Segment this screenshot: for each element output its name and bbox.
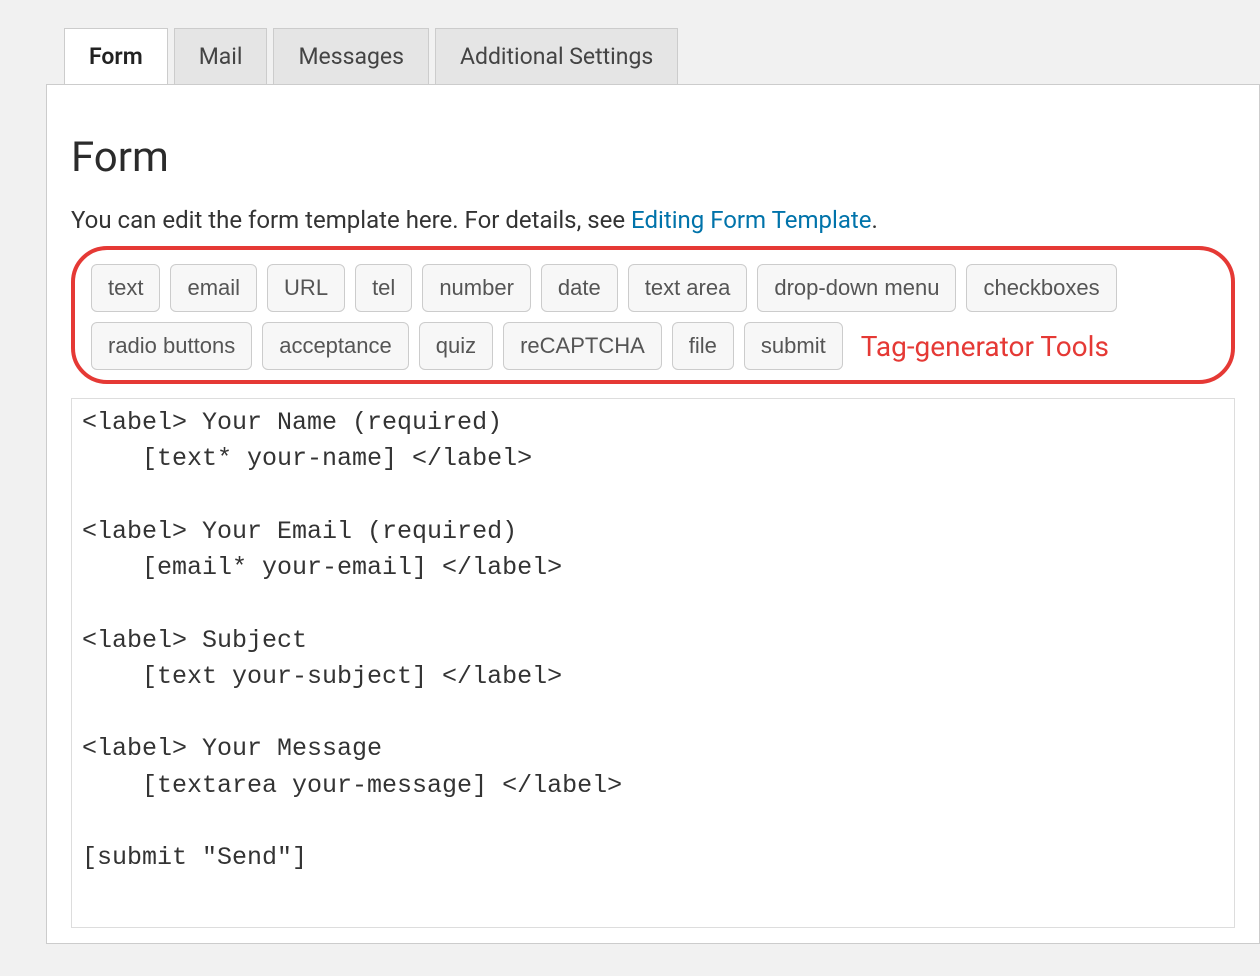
tab-messages[interactable]: Messages: [273, 28, 429, 85]
tag-btn-dropdown[interactable]: drop-down menu: [757, 264, 956, 312]
tag-btn-textarea[interactable]: text area: [628, 264, 748, 312]
tag-btn-submit[interactable]: submit: [744, 322, 843, 370]
tag-btn-email[interactable]: email: [170, 264, 257, 312]
tag-generator-annotation: Tag-generator Tools: [861, 330, 1109, 363]
tag-btn-url[interactable]: URL: [267, 264, 345, 312]
tab-form[interactable]: Form: [64, 28, 168, 85]
form-template-editor[interactable]: <label> Your Name (required) [text* your…: [71, 398, 1235, 928]
tag-btn-file[interactable]: file: [672, 322, 734, 370]
tag-btn-text[interactable]: text: [91, 264, 160, 312]
tabs: Form Mail Messages Additional Settings: [0, 0, 1260, 85]
editing-form-template-link[interactable]: Editing Form Template: [631, 206, 871, 234]
tag-btn-date[interactable]: date: [541, 264, 618, 312]
panel-description: You can edit the form template here. For…: [71, 206, 1235, 234]
panel-heading: Form: [71, 133, 1235, 182]
tag-generator-buttons: text email URL tel number date text area…: [91, 264, 1215, 370]
tag-btn-quiz[interactable]: quiz: [419, 322, 493, 370]
tag-btn-acceptance[interactable]: acceptance: [262, 322, 409, 370]
panel-description-suffix: .: [871, 206, 877, 234]
page-root: Form Mail Messages Additional Settings F…: [0, 0, 1260, 976]
tag-generator-callout: text email URL tel number date text area…: [71, 246, 1235, 384]
tag-btn-checkboxes[interactable]: checkboxes: [966, 264, 1116, 312]
panel-form: Form You can edit the form template here…: [46, 84, 1260, 944]
tag-btn-radio[interactable]: radio buttons: [91, 322, 252, 370]
tag-btn-number[interactable]: number: [422, 264, 531, 312]
tag-btn-tel[interactable]: tel: [355, 264, 412, 312]
tab-mail[interactable]: Mail: [174, 28, 268, 85]
tag-btn-recaptcha[interactable]: reCAPTCHA: [503, 322, 662, 370]
panel-description-prefix: You can edit the form template here. For…: [71, 206, 631, 234]
tab-additional-settings[interactable]: Additional Settings: [435, 28, 678, 85]
